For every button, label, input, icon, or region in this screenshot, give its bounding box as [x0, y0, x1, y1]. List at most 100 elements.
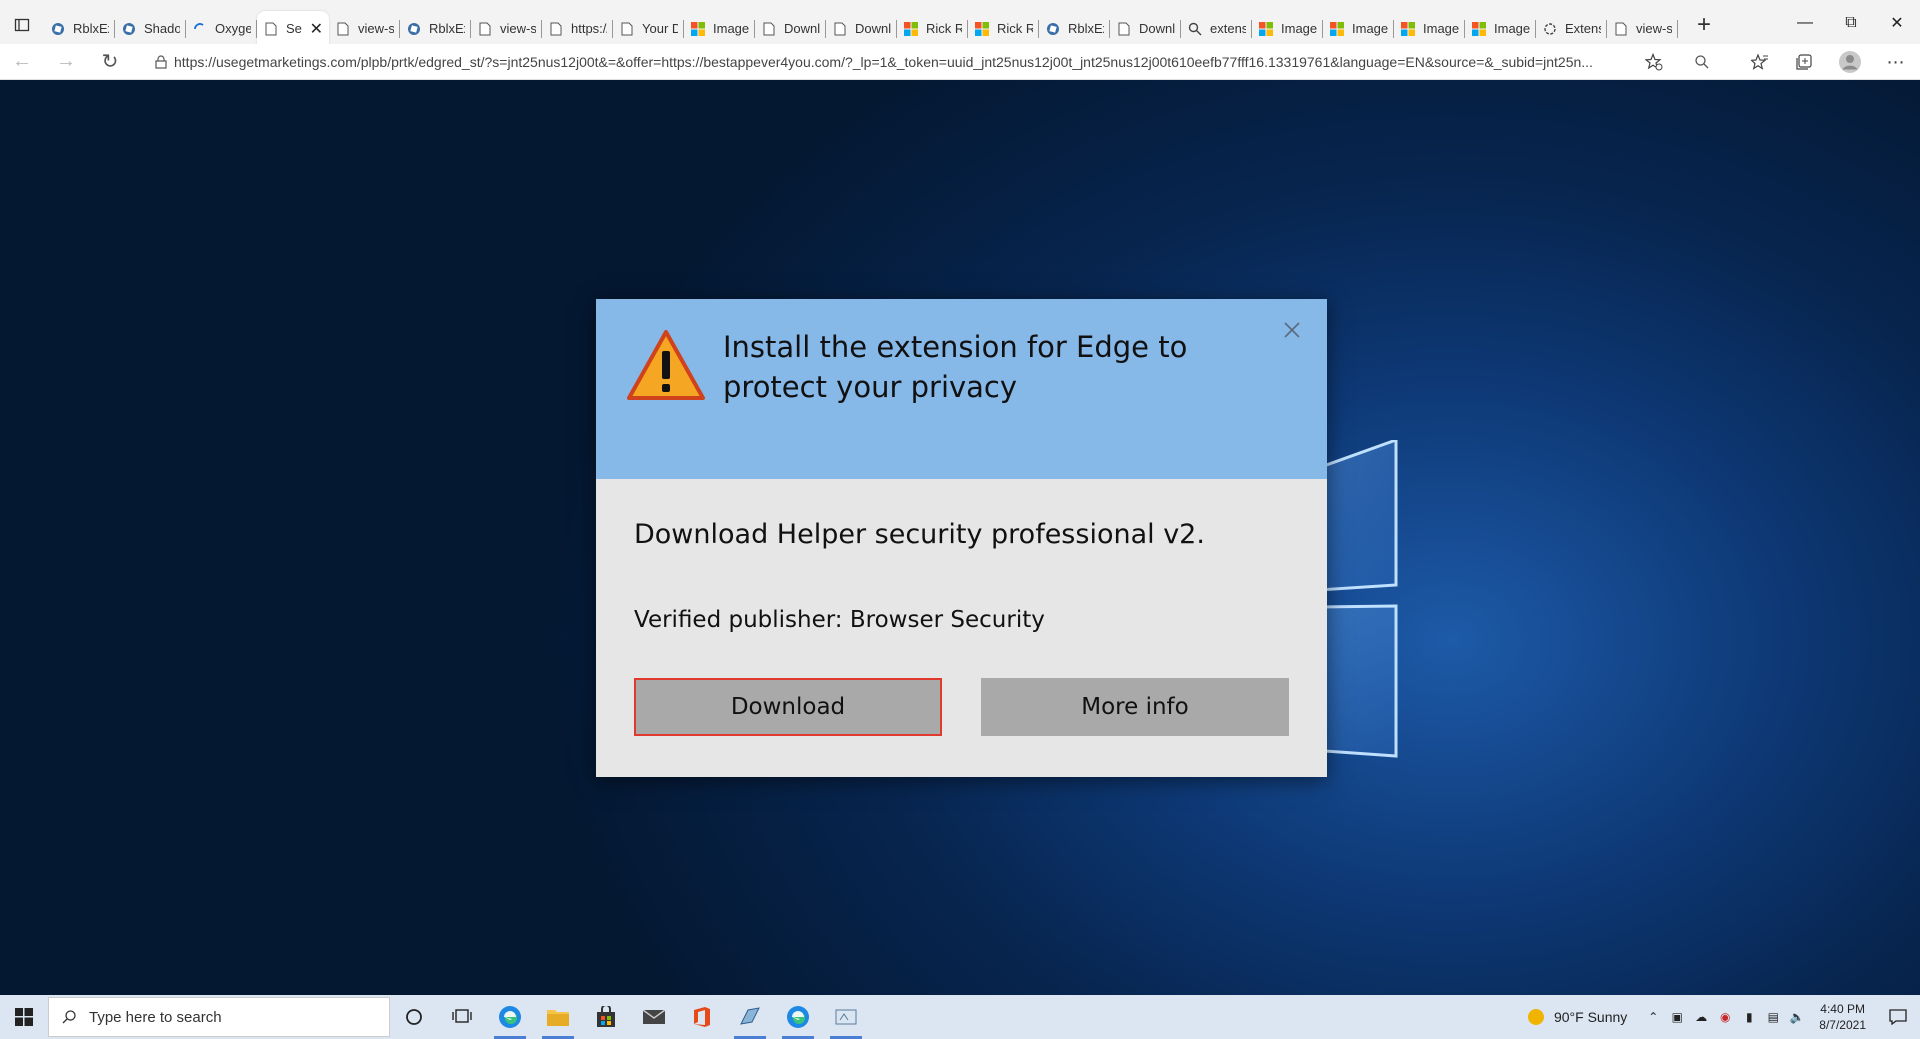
taskbar-snipping-button[interactable] [822, 995, 870, 1039]
page-icon [1116, 21, 1132, 37]
browser-tab[interactable]: Oxygen [186, 11, 257, 47]
clock[interactable]: 4:40 PM 8/7/2021 [1819, 1001, 1866, 1033]
address-bar[interactable]: https://usegetmarketings.com/plpb/prtk/e… [148, 48, 1668, 76]
taskbar-edge-secondary-button[interactable] [774, 995, 822, 1039]
modal-header: Install the extension for Edge to protec… [596, 299, 1327, 479]
browser-tab[interactable]: Download [755, 11, 826, 47]
tab-close-icon[interactable]: ✕ [310, 19, 323, 39]
chevron-up-icon[interactable]: ⌃ [1641, 1010, 1665, 1024]
taskbar-search-box[interactable]: Type here to search [48, 997, 390, 1037]
taskbar-office-button[interactable] [678, 995, 726, 1039]
minimize-button[interactable]: — [1782, 0, 1828, 46]
tray-security-icon[interactable]: ◉ [1713, 1010, 1737, 1024]
tab-title: RblxExploits [429, 21, 465, 36]
lock-icon[interactable] [148, 55, 174, 69]
tab-title: view-source [500, 21, 536, 36]
windows-start-icon [15, 1008, 33, 1026]
browser-tab[interactable]: Images [1394, 11, 1465, 47]
page-icon [548, 21, 564, 37]
tab-title: Images [1352, 21, 1388, 36]
browser-tab[interactable]: Your Download [613, 11, 684, 47]
tray-battery-icon[interactable]: ▮ [1737, 1010, 1761, 1024]
browser-tab[interactable]: RblxExploits [1039, 11, 1110, 47]
microsoft-icon [1329, 21, 1345, 37]
tab-title: Rick Roll [926, 21, 962, 36]
forward-button[interactable]: → [44, 44, 88, 80]
extension-gear-icon [1542, 21, 1558, 37]
taskbar-file-explorer-button[interactable] [534, 995, 582, 1039]
roblox-icon [406, 21, 422, 37]
favorites-icon[interactable] [1748, 50, 1772, 74]
browser-tab[interactable]: extension [1181, 11, 1252, 47]
task-view-button[interactable] [438, 995, 486, 1039]
browser-tab[interactable]: Images [1252, 11, 1323, 47]
cortana-button[interactable] [390, 995, 438, 1039]
window-controls: — ⧉ ✕ [1782, 0, 1920, 46]
browser-tab[interactable]: Se ✕ [257, 10, 329, 47]
browser-tab[interactable]: view-source [1607, 11, 1678, 47]
download-button[interactable]: Download [634, 678, 942, 736]
browser-tab[interactable]: ShadowHub [115, 11, 186, 47]
address-toolbar: ← → ↻ https://usegetmarketings.com/plpb/… [0, 44, 1920, 80]
notification-center-button[interactable] [1876, 1009, 1920, 1025]
microsoft-icon [1471, 21, 1487, 37]
browser-tab[interactable]: https:// [542, 11, 613, 47]
search-page-icon[interactable] [1690, 50, 1714, 74]
page-icon [1613, 21, 1629, 37]
microsoft-icon [1258, 21, 1274, 37]
browser-tab[interactable]: Images [684, 11, 755, 47]
settings-more-icon[interactable]: ⋯ [1884, 50, 1908, 74]
tab-title: Images [1494, 21, 1530, 36]
browser-tab[interactable]: view-source [329, 11, 400, 47]
browser-tab[interactable]: Rick Roll [897, 11, 968, 47]
roblox-icon [50, 21, 66, 37]
browser-tab[interactable]: Download [826, 11, 897, 47]
start-button[interactable] [0, 995, 48, 1039]
edge-icon [787, 1006, 809, 1028]
url-text[interactable]: https://usegetmarketings.com/plpb/prtk/e… [174, 54, 1634, 70]
back-button[interactable]: ← [0, 44, 44, 80]
taskbar-mail-button[interactable] [630, 995, 678, 1039]
taskbar-store-button[interactable] [582, 995, 630, 1039]
weather-widget[interactable]: 90°F Sunny [1527, 1009, 1628, 1025]
close-icon[interactable] [1281, 319, 1303, 341]
search-placeholder: Type here to search [89, 1008, 222, 1026]
browser-tab[interactable]: view-source [471, 11, 542, 47]
taskbar: Type here to search 90°F Sunny ⌃ ▣ ☁ ◉ ▮… [0, 995, 1920, 1039]
browser-tab[interactable]: Rick Roll [968, 11, 1039, 47]
profile-avatar[interactable] [1838, 50, 1862, 74]
tray-cloud-icon[interactable]: ☁ [1689, 1010, 1713, 1024]
restore-button[interactable]: ⧉ [1828, 0, 1874, 46]
tab-strip: RblxExploits ShadowHub Oxygen Se ✕ view-sourc… [0, 0, 1920, 50]
taskbar-edge-button[interactable] [486, 995, 534, 1039]
browser-tab[interactable]: Images [1323, 11, 1394, 47]
system-tray: 90°F Sunny ⌃ ▣ ☁ ◉ ▮ ▤ 🔈 4:40 PM 8/7/202… [1527, 995, 1920, 1039]
volume-icon[interactable]: 🔈 [1785, 1010, 1809, 1024]
browser-tab[interactable]: Images [1465, 11, 1536, 47]
collections-icon[interactable] [1792, 50, 1816, 74]
tab-title: extension [1210, 21, 1246, 36]
new-tab-button[interactable]: + [1686, 7, 1722, 43]
refresh-button[interactable]: ↻ [88, 44, 132, 80]
tab-title: view-source [358, 21, 394, 36]
tray-app-icon[interactable]: ▣ [1665, 1010, 1689, 1024]
network-icon[interactable]: ▤ [1761, 1010, 1785, 1024]
weather-text: 90°F Sunny [1553, 1009, 1628, 1025]
close-window-button[interactable]: ✕ [1874, 0, 1920, 46]
browser-tab[interactable]: RblxExploits [44, 11, 115, 47]
browser-tab[interactable]: Download [1110, 11, 1181, 47]
browser-tab[interactable]: Extensions [1536, 11, 1607, 47]
tab-title: Se [286, 21, 302, 36]
add-favorite-icon[interactable] [1642, 50, 1666, 74]
microsoft-icon [690, 21, 706, 37]
tab-title: Download [784, 21, 820, 36]
app-icon [740, 1007, 760, 1025]
tab-actions-button[interactable] [0, 0, 44, 50]
browser-tab[interactable]: RblxExploits [400, 11, 471, 47]
loading-spinner-icon [192, 21, 208, 37]
clock-date: 8/7/2021 [1819, 1018, 1866, 1032]
extension-install-modal: Install the extension for Edge to protec… [596, 299, 1327, 777]
tab-title: ShadowHub [144, 21, 180, 36]
taskbar-app-button[interactable] [726, 995, 774, 1039]
more-info-button[interactable]: More info [981, 678, 1289, 736]
